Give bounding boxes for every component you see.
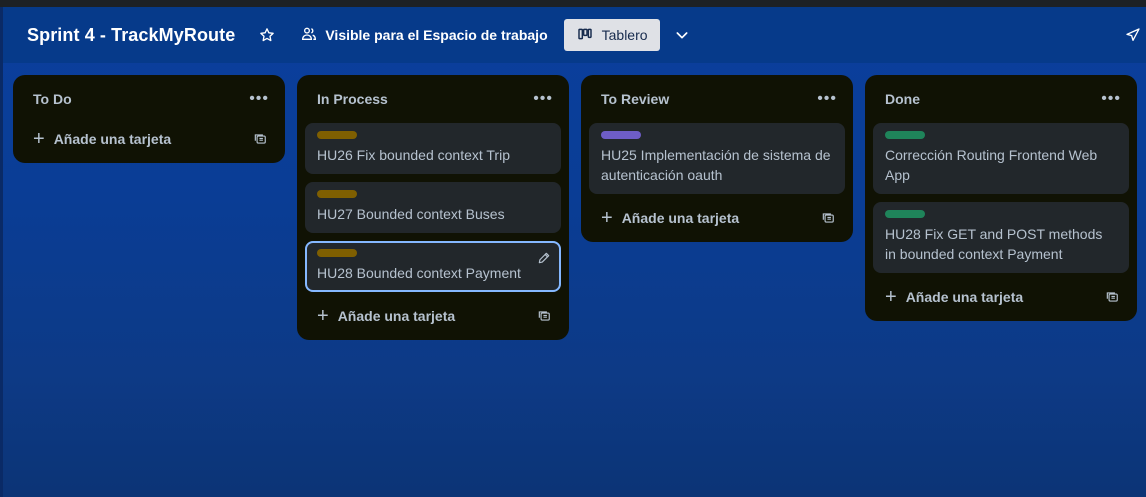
list-title[interactable]: In Process (317, 91, 388, 107)
card[interactable]: HU26 Fix bounded context Trip (305, 123, 561, 174)
board-view-button[interactable]: Tablero (563, 19, 660, 51)
card-text: Corrección Routing Frontend Web App (885, 147, 1098, 183)
more-icon[interactable]: ••• (1101, 91, 1121, 107)
list-header: To Do ••• (21, 75, 277, 123)
template-icon[interactable] (1105, 290, 1119, 304)
star-icon[interactable] (257, 25, 277, 45)
card[interactable]: Corrección Routing Frontend Web App (873, 123, 1129, 194)
card-label-yellow[interactable] (317, 190, 357, 198)
template-icon[interactable] (537, 309, 551, 323)
add-card-button[interactable]: + Añade una tarjeta (589, 202, 845, 234)
visibility-button[interactable]: Visible para el Espacio de trabajo (301, 26, 548, 45)
list-title[interactable]: To Do (33, 91, 72, 107)
list-header: Done ••• (873, 75, 1129, 123)
add-card-button[interactable]: + Añade una tarjeta (305, 300, 561, 332)
more-icon[interactable]: ••• (249, 91, 269, 107)
list-to-review: To Review ••• HU25 Implementación de sis… (581, 75, 853, 242)
card-text: HU25 Implementación de sistema de autent… (601, 147, 831, 183)
more-icon[interactable]: ••• (817, 91, 837, 107)
plus-icon: + (885, 286, 897, 308)
card-text: HU27 Bounded context Buses (317, 206, 505, 222)
list-header: In Process ••• (305, 75, 561, 123)
card[interactable]: HU28 Fix GET and POST methods in bounded… (873, 202, 1129, 273)
card-label-green[interactable] (885, 210, 925, 218)
more-icon[interactable]: ••• (533, 91, 553, 107)
card-label-yellow[interactable] (317, 131, 357, 139)
board-icon (577, 26, 602, 45)
list-done: Done ••• Corrección Routing Frontend Web… (865, 75, 1137, 321)
board-title[interactable]: Sprint 4 - TrackMyRoute (27, 25, 235, 46)
card-label-purple[interactable] (601, 131, 641, 139)
chevron-down-icon[interactable] (674, 27, 690, 43)
board-header: Sprint 4 - TrackMyRoute Visible para el … (0, 7, 1146, 63)
board-view-label: Tablero (601, 27, 648, 43)
list-header: To Review ••• (589, 75, 845, 123)
list-in-process: In Process ••• HU26 Fix bounded context … (297, 75, 569, 340)
template-icon[interactable] (253, 132, 267, 146)
list-title[interactable]: Done (885, 91, 920, 107)
list-title[interactable]: To Review (601, 91, 669, 107)
add-card-label: Añade una tarjeta (337, 308, 456, 324)
window-top-strip (0, 0, 1146, 7)
plus-icon: + (601, 207, 613, 229)
add-card-label: Añade una tarjeta (621, 210, 740, 226)
left-edge (0, 7, 3, 497)
pencil-icon[interactable] (537, 251, 551, 265)
card[interactable]: HU25 Implementación de sistema de autent… (589, 123, 845, 194)
list-to-do: To Do ••• + Añade una tarjeta (13, 75, 285, 163)
card-text: HU26 Fix bounded context Trip (317, 147, 510, 163)
plus-icon: + (317, 305, 329, 327)
card-selected[interactable]: HU28 Bounded context Payment (305, 241, 561, 292)
add-card-label: Añade una tarjeta (905, 289, 1024, 305)
add-card-label: Añade una tarjeta (53, 131, 172, 147)
visibility-label: Visible para el Espacio de trabajo (325, 27, 548, 43)
card-label-green[interactable] (885, 131, 925, 139)
card[interactable]: HU27 Bounded context Buses (305, 182, 561, 233)
card-label-yellow[interactable] (317, 249, 357, 257)
plus-icon: + (33, 128, 45, 150)
add-card-button[interactable]: + Añade una tarjeta (21, 123, 277, 155)
send-icon[interactable] (1125, 27, 1141, 43)
add-card-button[interactable]: + Añade una tarjeta (873, 281, 1129, 313)
template-icon[interactable] (821, 211, 835, 225)
card-text: HU28 Fix GET and POST methods in bounded… (885, 226, 1103, 262)
card-text: HU28 Bounded context Payment (317, 265, 521, 281)
people-icon (301, 26, 325, 45)
